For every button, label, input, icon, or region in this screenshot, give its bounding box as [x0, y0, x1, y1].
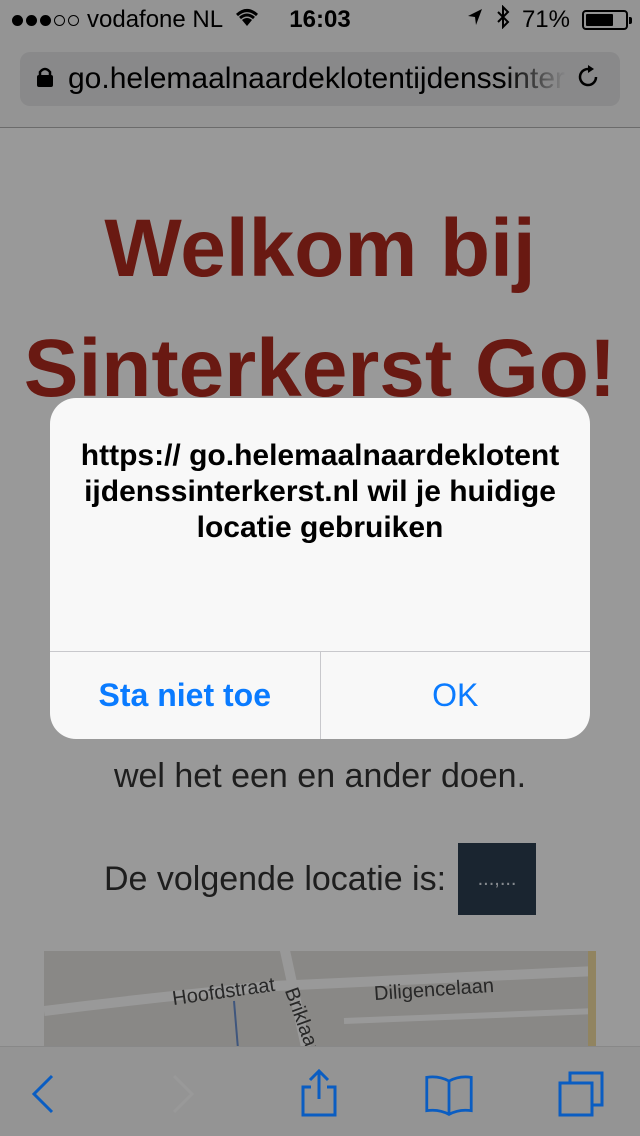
tabs-icon[interactable] — [556, 1069, 606, 1119]
toolbar-dim — [0, 1046, 640, 1136]
forward-icon[interactable] — [158, 1069, 208, 1119]
location-permission-alert: https:// go.helemaalnaardeklotentijdenss… — [50, 398, 590, 739]
bookmarks-icon[interactable] — [424, 1069, 474, 1119]
alert-message: https:// go.helemaalnaardeklotentijdenss… — [80, 439, 560, 544]
alert-buttons: Sta niet toe OK — [50, 651, 590, 739]
back-icon[interactable] — [18, 1069, 68, 1119]
deny-button[interactable]: Sta niet toe — [50, 652, 321, 739]
ok-button[interactable]: OK — [321, 652, 591, 739]
share-icon[interactable] — [294, 1069, 344, 1119]
